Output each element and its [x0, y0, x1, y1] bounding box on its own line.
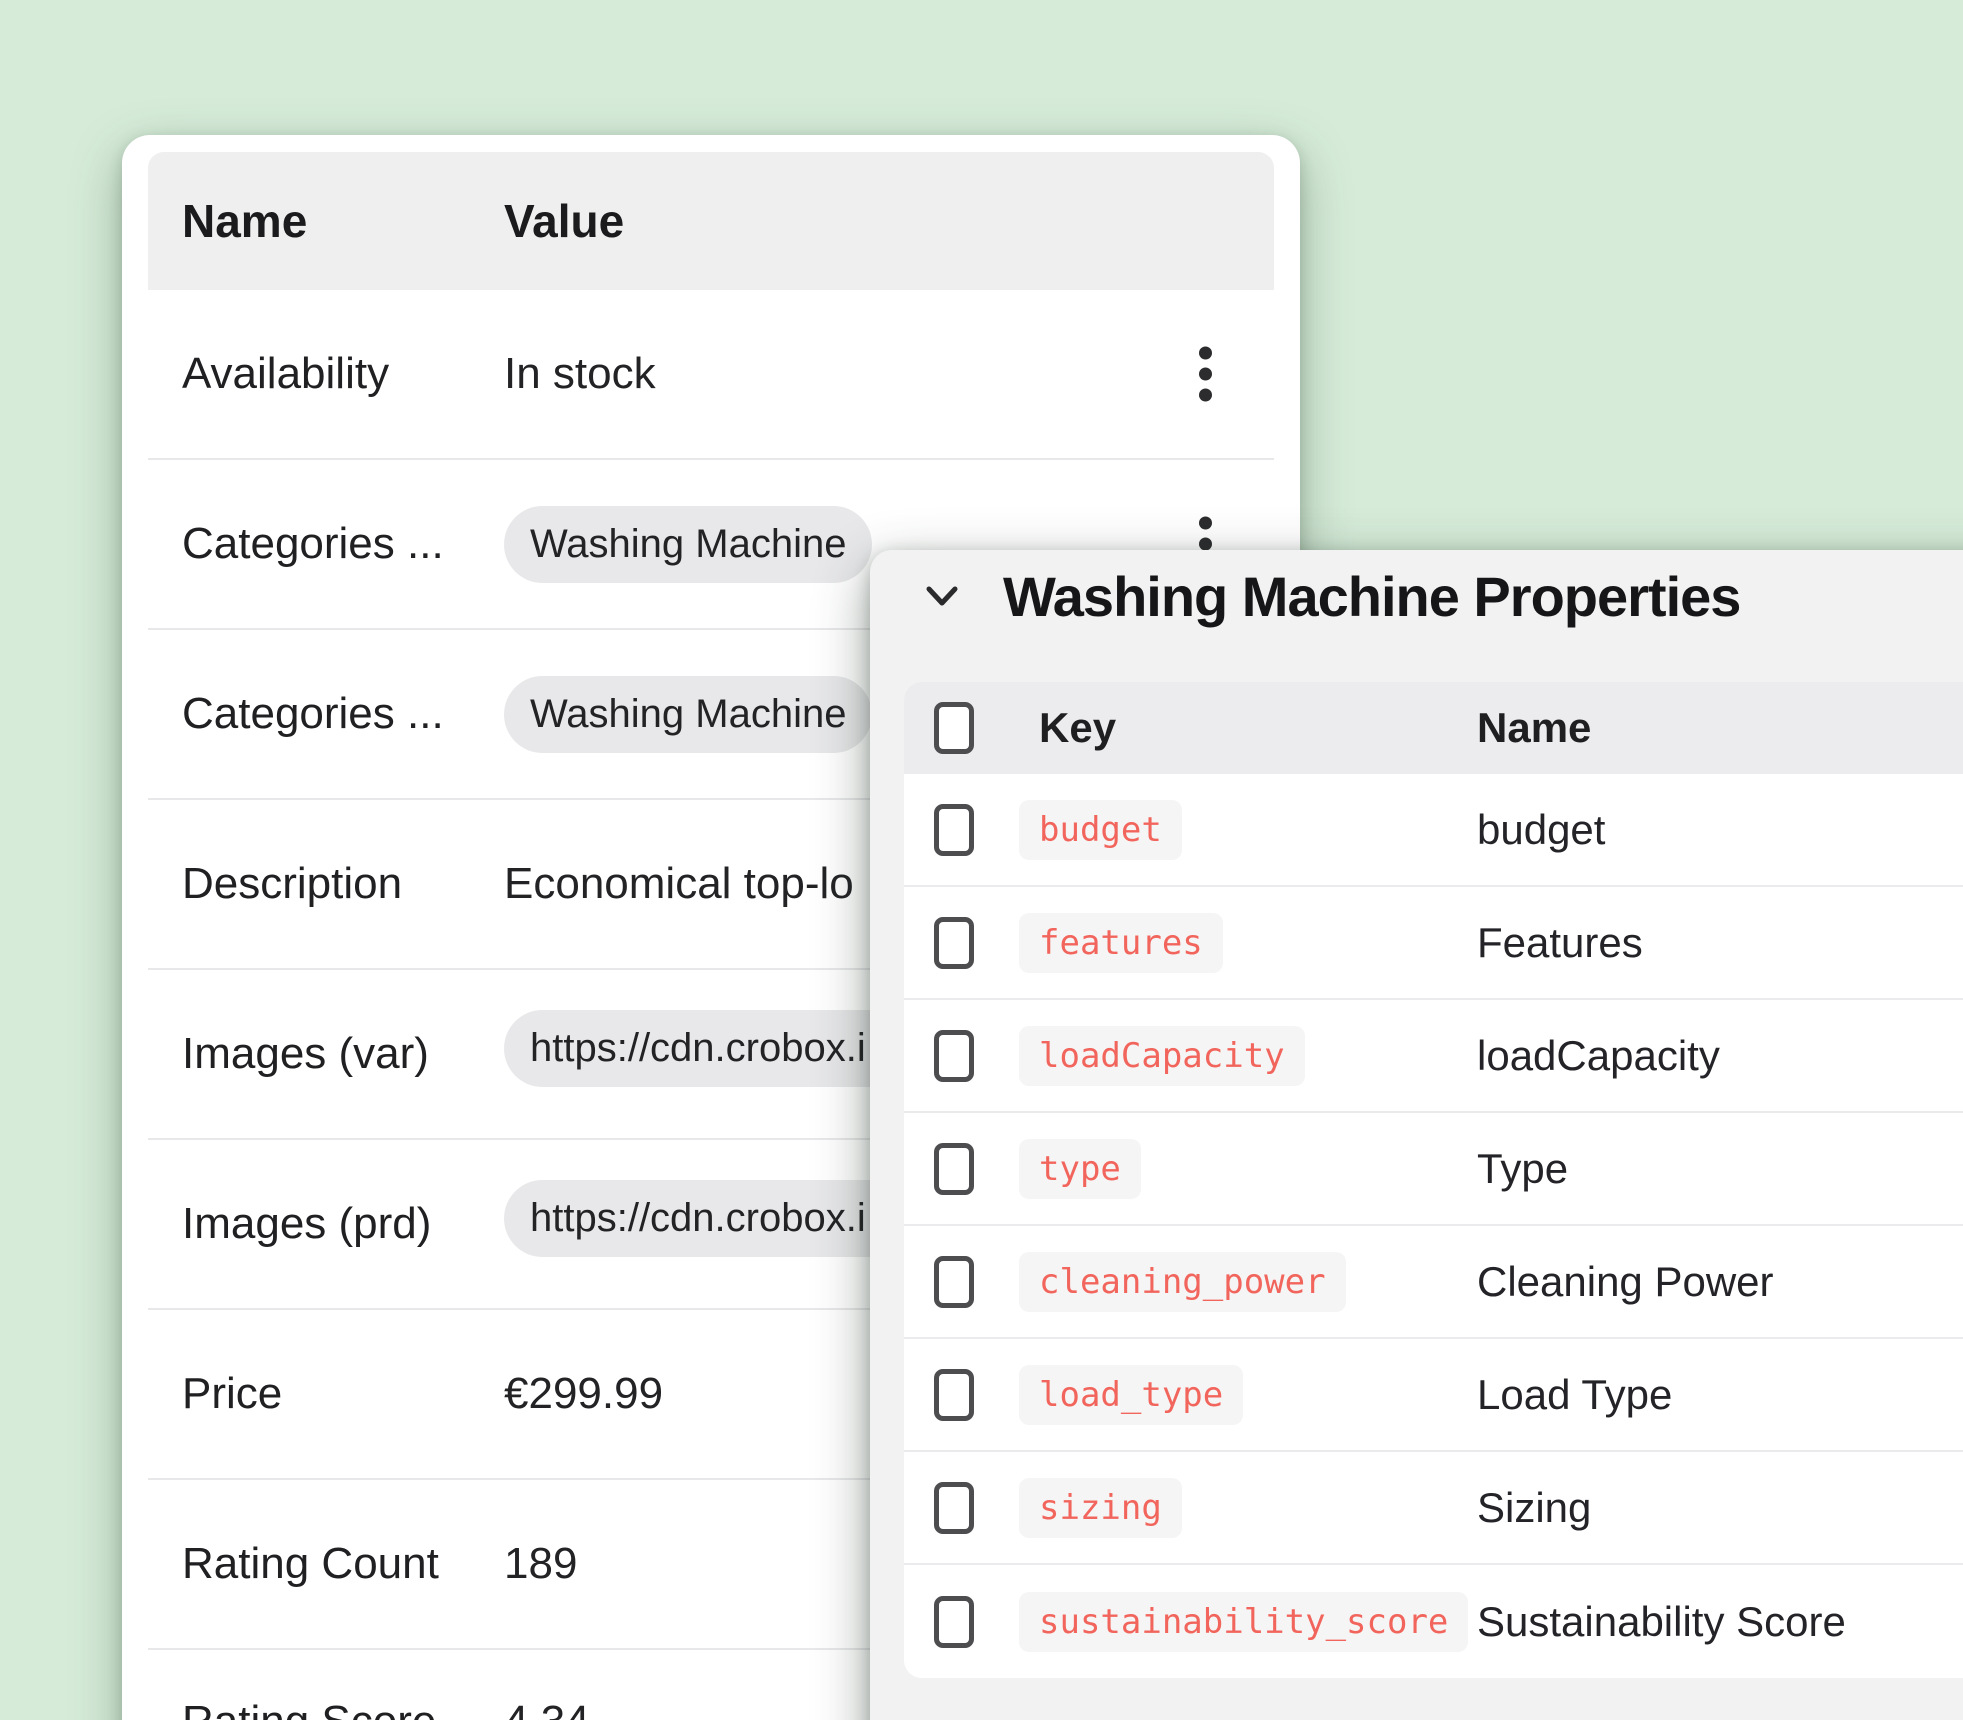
property-name: Cleaning Power — [1477, 1257, 1774, 1305]
property-key: load_type — [1019, 1364, 1244, 1425]
properties-panel-header: Washing Machine Properties — [870, 558, 1741, 634]
property-name: Type — [1477, 1144, 1569, 1192]
property-row-cleaning-power: cleaning_power Cleaning Power — [904, 1226, 1963, 1339]
property-row-load-type: load_type Load Type — [904, 1339, 1963, 1452]
property-key: sustainability_score — [1019, 1591, 1469, 1652]
column-header-key: Key — [1039, 704, 1117, 751]
property-key: cleaning_power — [1019, 1251, 1346, 1312]
product-table-header: Name Value — [148, 152, 1274, 290]
property-name: Features — [1477, 918, 1643, 966]
property-row-loadcapacity: loadCapacity loadCapacity — [904, 1000, 1963, 1113]
row-checkbox[interactable] — [934, 1029, 974, 1082]
row-menu-kebab-icon[interactable] — [1198, 346, 1212, 402]
panel-title: Washing Machine Properties — [1003, 564, 1741, 628]
properties-table-header: Key Name — [904, 682, 1963, 774]
table-row-availability: Availability In stock — [148, 290, 1274, 460]
row-value: €299.99 — [504, 1369, 664, 1418]
properties-panel: Washing Machine Properties Key Name budg… — [870, 550, 1963, 1720]
property-key: type — [1019, 1138, 1141, 1199]
chevron-down-icon[interactable] — [925, 584, 959, 608]
column-header-name: Name — [1477, 704, 1592, 751]
column-header-name: Name — [182, 195, 308, 247]
row-label: Rating Score — [182, 1697, 504, 1720]
property-row-type: type Type — [904, 1113, 1963, 1226]
row-label: Rating Count — [182, 1539, 439, 1588]
row-label: Images (prd) — [182, 1199, 432, 1248]
property-key: sizing — [1019, 1477, 1182, 1538]
category-pill: Washing Machine — [504, 505, 873, 583]
row-value: Economical top-lo — [504, 859, 854, 908]
category-pill: Washing Machine — [504, 675, 873, 753]
property-key: loadCapacity — [1019, 1025, 1305, 1086]
row-value: 4.34 — [504, 1697, 590, 1720]
row-value: In stock — [504, 349, 656, 398]
row-checkbox[interactable] — [934, 916, 974, 969]
row-checkbox[interactable] — [934, 1481, 974, 1534]
row-checkbox[interactable] — [934, 803, 974, 856]
property-name: Sizing — [1477, 1483, 1592, 1531]
property-name: Sustainability Score — [1477, 1597, 1846, 1645]
row-checkbox[interactable] — [934, 1142, 974, 1195]
properties-table: Key Name budget budget features Features… — [904, 682, 1963, 1678]
property-key: features — [1019, 912, 1223, 973]
row-label: Images (var) — [182, 1029, 429, 1078]
property-row-sustainability-score: sustainability_score Sustainability Scor… — [904, 1565, 1963, 1678]
property-row-sizing: sizing Sizing — [904, 1452, 1963, 1565]
row-label: Description — [182, 859, 403, 908]
select-all-checkbox[interactable] — [934, 702, 974, 754]
row-label: Availability — [182, 349, 390, 398]
property-name: loadCapacity — [1477, 1031, 1720, 1079]
row-checkbox[interactable] — [934, 1595, 974, 1648]
property-key: budget — [1019, 799, 1182, 860]
row-checkbox[interactable] — [934, 1255, 974, 1308]
row-label: Price — [182, 1369, 283, 1418]
row-value: 189 — [504, 1539, 578, 1588]
property-name: budget — [1477, 805, 1606, 853]
property-row-budget: budget budget — [904, 774, 1963, 887]
row-label: Categories ... — [182, 689, 444, 738]
column-header-value: Value — [504, 195, 625, 247]
property-name: Load Type — [1477, 1370, 1673, 1418]
canvas: Name Value Availability In stock Categor… — [0, 0, 1963, 1720]
property-row-features: features Features — [904, 887, 1963, 1000]
row-label: Categories ... — [182, 519, 444, 568]
row-checkbox[interactable] — [934, 1368, 974, 1421]
